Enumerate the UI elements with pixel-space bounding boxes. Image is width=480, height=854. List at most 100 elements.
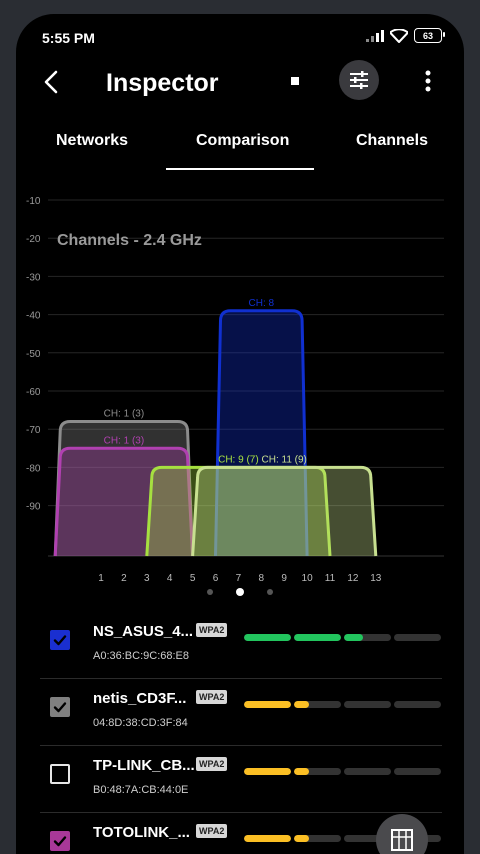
signal-fill	[244, 768, 291, 775]
phone-screen: 5:55 PM 63 Inspector Networks Comparison…	[16, 14, 464, 854]
network-checkbox[interactable]	[50, 831, 70, 851]
signal-segment	[244, 634, 291, 641]
x-tick-label: 4	[167, 573, 173, 582]
signal-fill	[294, 634, 341, 641]
network-checkbox[interactable]	[50, 697, 70, 717]
signal-fill	[294, 701, 310, 708]
check-icon	[53, 836, 67, 847]
status-bar: 5:55 PM 63	[16, 14, 464, 60]
network-mac: B0:48:7A:CB:44:0E	[93, 784, 189, 796]
tab-networks[interactable]: Networks	[56, 132, 128, 150]
chart-title: Channels - 2.4 GHz	[57, 232, 202, 249]
signal-segment	[344, 768, 391, 775]
security-badge: WPA2	[196, 757, 228, 771]
security-badge: WPA2	[196, 824, 228, 838]
signal-segment	[244, 701, 291, 708]
series-label: CH: 11 (9)	[262, 454, 307, 465]
signal-strength-bar	[244, 634, 441, 641]
signal-fill	[244, 701, 291, 708]
x-tick-label: 6	[213, 573, 219, 582]
tune-icon	[350, 71, 368, 89]
security-badge: WPA2	[196, 690, 228, 704]
network-ssid: NS_ASUS_4...	[93, 623, 194, 640]
status-icons: 63	[366, 28, 445, 43]
signal-segment	[294, 701, 341, 708]
y-tick-label: -30	[26, 272, 41, 283]
check-icon	[53, 635, 67, 646]
y-tick-label: -60	[26, 387, 41, 398]
network-ssid: netis_CD3F...	[93, 690, 187, 707]
signal-segment	[294, 634, 341, 641]
y-tick-label: -80	[26, 463, 41, 474]
y-tick-label: -10	[26, 196, 41, 207]
filter-button[interactable]	[339, 60, 379, 100]
channel-chart: -10 -20 -30 -40 -50 -60 -70 -80 -90 Channels - 2.…	[16, 182, 464, 584]
signal-segment	[244, 835, 291, 842]
network-ssid: TOTOLINK_...	[93, 824, 190, 841]
device-frame: 5:55 PM 63 Inspector Networks Comparison…	[0, 0, 480, 854]
channel-chart-svg: -10 -20 -30 -40 -50 -60 -70 -80 -90 Channels - 2.…	[26, 196, 444, 584]
x-tick-label: 2	[121, 573, 127, 582]
signal-segment	[294, 768, 341, 775]
series-label: CH: 8	[249, 298, 275, 309]
tab-indicator	[166, 168, 314, 170]
signal-segment	[394, 634, 441, 641]
x-tick-label: 3	[144, 573, 150, 582]
y-tick-label: -50	[26, 349, 41, 360]
y-tick-label: -40	[26, 311, 41, 322]
battery-icon: 63	[414, 28, 445, 43]
signal-segment	[344, 701, 391, 708]
network-checkbox[interactable]	[50, 764, 70, 784]
page-indicator	[16, 582, 464, 602]
network-row[interactable]: TP-LINK_CB... WPA2 B0:48:7A:CB:44:0E	[40, 746, 442, 813]
signal-strength-bar	[244, 701, 441, 708]
signal-segment	[394, 768, 441, 775]
series-label: CH: 9 (7)	[218, 454, 259, 465]
x-tick-label: 12	[347, 573, 359, 582]
security-badge: WPA2	[196, 623, 228, 637]
y-tick-label: -70	[26, 425, 41, 436]
x-tick-label: 1	[98, 573, 104, 582]
signal-segment	[394, 701, 441, 708]
x-tick-label: 11	[325, 573, 336, 582]
series-label: CH: 1 (3)	[104, 435, 145, 446]
page-dot[interactable]	[236, 588, 244, 596]
y-tick-label: -20	[26, 234, 41, 245]
signal-fill	[294, 835, 310, 842]
app-bar: Inspector	[16, 60, 464, 116]
network-list: NS_ASUS_4... WPA2 A0:36:BC:9C:68:E8 netis_C…	[40, 612, 442, 854]
x-tick-label: 13	[370, 573, 382, 582]
page-title: Inspector	[106, 69, 219, 97]
signal-fill	[294, 768, 310, 775]
status-time: 5:55 PM	[42, 30, 95, 46]
signal-fill	[344, 634, 363, 641]
more-vert-icon[interactable]	[418, 68, 438, 94]
signal-fill	[244, 634, 291, 641]
wifi-icon	[390, 28, 408, 43]
channel-series-area	[191, 465, 378, 557]
grid-icon	[391, 829, 413, 851]
back-arrow-icon[interactable]	[38, 66, 70, 98]
signal-segment	[294, 835, 341, 842]
x-tick-label: 9	[281, 573, 287, 582]
network-mac: 04:8D:38:CD:3F:84	[93, 717, 188, 729]
network-row[interactable]: netis_CD3F... WPA2 04:8D:38:CD:3F:84	[40, 679, 442, 746]
tab-comparison[interactable]: Comparison	[196, 132, 289, 150]
network-ssid: TP-LINK_CB...	[93, 757, 195, 774]
network-mac: A0:36:BC:9C:68:E8	[93, 650, 190, 662]
network-checkbox[interactable]	[50, 630, 70, 650]
indicator-square-icon	[291, 77, 299, 85]
signal-segment	[344, 634, 391, 641]
page-dot[interactable]	[207, 589, 213, 595]
check-icon	[53, 702, 67, 713]
x-tick-label: 5	[190, 573, 196, 582]
x-tick-label: 7	[236, 573, 242, 582]
signal-strength-bar	[244, 768, 441, 775]
x-tick-label: 8	[259, 573, 265, 582]
tab-channels[interactable]: Channels	[356, 132, 428, 150]
signal-icon	[366, 29, 384, 42]
series-label: CH: 1 (3)	[104, 409, 145, 420]
network-row[interactable]: NS_ASUS_4... WPA2 A0:36:BC:9C:68:E8	[40, 612, 442, 679]
page-dot[interactable]	[267, 589, 273, 595]
signal-segment	[244, 768, 291, 775]
